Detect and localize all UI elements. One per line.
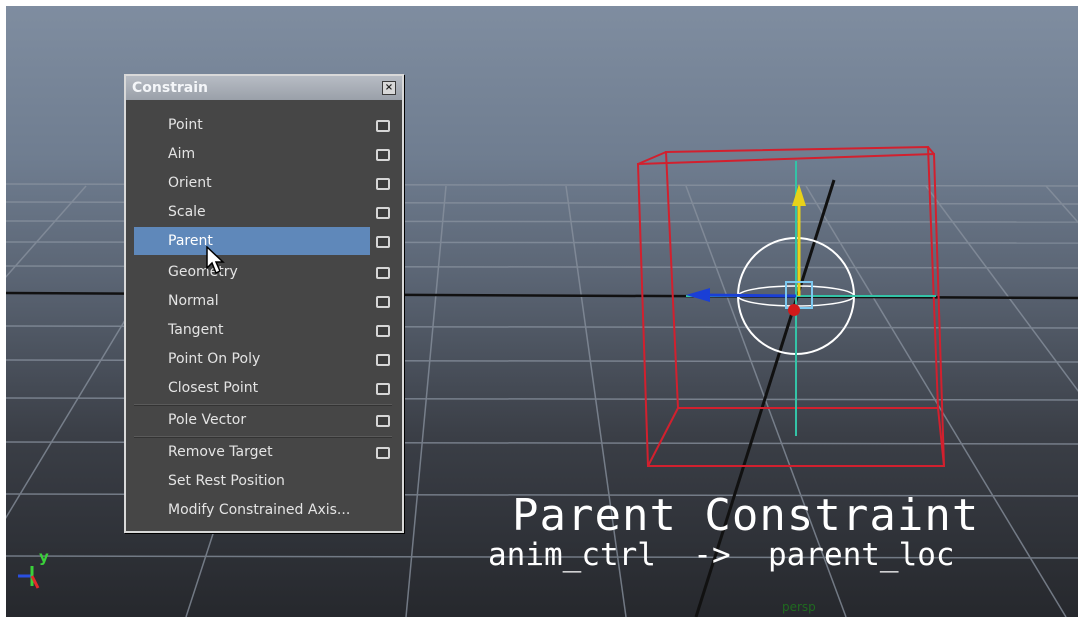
close-icon[interactable]: × bbox=[382, 81, 396, 95]
menu-item-orient[interactable]: Orient bbox=[134, 169, 370, 197]
view-axis-gizmo-icon bbox=[18, 566, 40, 589]
menu-item-set-rest-position[interactable]: Set Rest Position bbox=[134, 467, 370, 495]
option-box-icon[interactable] bbox=[376, 236, 390, 248]
menu-item-pole-vector[interactable]: Pole Vector bbox=[134, 406, 370, 434]
option-box-icon[interactable] bbox=[376, 354, 390, 366]
menu-item-point-on-poly[interactable]: Point On Poly bbox=[134, 345, 370, 373]
option-box-icon[interactable] bbox=[376, 325, 390, 337]
menu-item-scale[interactable]: Scale bbox=[134, 198, 370, 226]
menu-item-remove-target[interactable]: Remove Target bbox=[134, 438, 370, 466]
option-box-icon[interactable] bbox=[376, 207, 390, 219]
menu-item-modify-constrained-axis[interactable]: Modify Constrained Axis... bbox=[134, 496, 370, 524]
menu-item-aim[interactable]: Aim bbox=[134, 140, 370, 168]
option-box-icon[interactable] bbox=[376, 267, 390, 279]
option-box-icon[interactable] bbox=[376, 383, 390, 395]
menu-item-label: Point bbox=[168, 117, 203, 133]
menu-item-label: Aim bbox=[168, 146, 196, 162]
camera-label: persp bbox=[782, 600, 816, 614]
menu-item-point[interactable]: Point bbox=[134, 111, 370, 139]
option-box-icon[interactable] bbox=[376, 120, 390, 132]
menu-item-label: Orient bbox=[168, 175, 212, 191]
menu-item-label: Set Rest Position bbox=[168, 473, 285, 489]
constrain-menu: Constrain × Point Aim Orient Scale Paren… bbox=[124, 74, 404, 533]
menu-item-label: Closest Point bbox=[168, 380, 259, 396]
mouse-cursor-icon bbox=[206, 246, 225, 275]
option-box-icon[interactable] bbox=[376, 415, 390, 427]
overlay-title: Parent Constraint bbox=[512, 490, 980, 541]
menu-title: Constrain bbox=[132, 80, 209, 96]
menu-item-label: Remove Target bbox=[168, 444, 273, 460]
menu-item-label: Modify Constrained Axis... bbox=[168, 502, 351, 518]
menu-item-geometry[interactable]: Geometry bbox=[134, 258, 370, 286]
menu-title-bar[interactable]: Constrain × bbox=[126, 76, 402, 100]
menu-item-label: Pole Vector bbox=[168, 412, 247, 428]
view-axis-y-label: y bbox=[39, 548, 49, 566]
menu-item-tangent[interactable]: Tangent bbox=[134, 316, 370, 344]
menu-item-label: Scale bbox=[168, 204, 206, 220]
menu-item-label: Normal bbox=[168, 293, 219, 309]
menu-item-closest-point[interactable]: Closest Point bbox=[134, 374, 370, 402]
menu-item-normal[interactable]: Normal bbox=[134, 287, 370, 315]
option-box-icon[interactable] bbox=[376, 296, 390, 308]
option-box-icon[interactable] bbox=[376, 149, 390, 161]
menu-item-label: Tangent bbox=[168, 322, 224, 338]
menu-item-parent[interactable]: Parent bbox=[134, 227, 370, 255]
menu-item-label: Point On Poly bbox=[168, 351, 261, 367]
option-box-icon[interactable] bbox=[376, 447, 390, 459]
overlay-subtitle: anim_ctrl -> parent_loc bbox=[488, 537, 955, 573]
manipulator bbox=[686, 161, 936, 436]
option-box-icon[interactable] bbox=[376, 178, 390, 190]
